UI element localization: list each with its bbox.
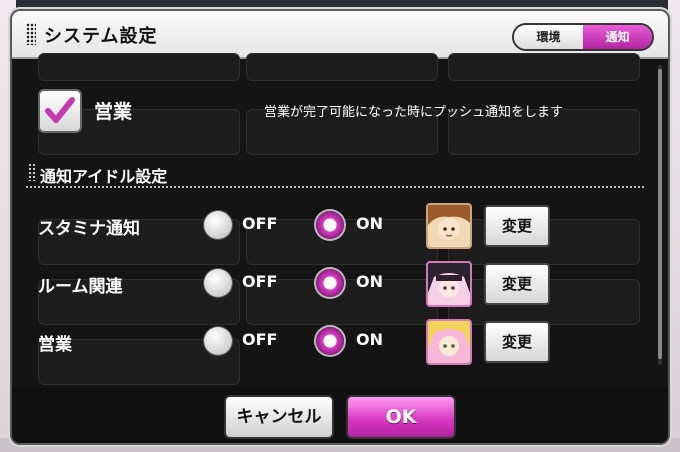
idol-avatar[interactable] (426, 319, 472, 365)
section-divider (26, 186, 644, 188)
section-title: 通知アイドル設定 (40, 167, 168, 186)
radio-on[interactable] (316, 269, 344, 297)
radio-on[interactable] (316, 211, 344, 239)
tab-notification[interactable]: 通知 (583, 25, 652, 49)
sales-checkbox[interactable] (38, 89, 82, 133)
radio-on-label: ON (356, 272, 383, 291)
radio-off-label: OFF (242, 330, 278, 349)
idol-avatar[interactable] (426, 261, 472, 307)
background-right (668, 0, 680, 452)
idol-portrait-icon (428, 205, 470, 247)
radio-on-label: ON (356, 330, 383, 349)
checkmark-icon (45, 97, 75, 123)
section-header: 通知アイドル設定 (26, 159, 644, 188)
radio-off-label: OFF (242, 272, 278, 291)
settings-content: 営業 営業が完了可能になった時にプッシュ通知をします 通知アイドル設定 スタミナ… (12, 53, 668, 387)
sales-label: 営業 (94, 101, 133, 123)
system-settings-dialog: システム設定 環境 通知 営業 営業が完了可能になった時にプッシュ通知をします … (12, 11, 668, 443)
cancel-button[interactable]: キャンセル (224, 395, 334, 439)
background-panel (38, 53, 240, 81)
title-bar: システム設定 環境 通知 (12, 11, 668, 59)
radio-off-label: OFF (242, 214, 278, 233)
row-label: 営業 (38, 335, 72, 355)
idol-avatar[interactable] (426, 203, 472, 249)
setting-row-stamina: スタミナ通知 OFF ON 変更 (38, 203, 558, 249)
row-label: スタミナ通知 (38, 219, 140, 239)
radio-off[interactable] (204, 211, 232, 239)
radio-on-label: ON (356, 214, 383, 233)
grip-icon (26, 23, 36, 45)
idol-portrait-icon (428, 263, 470, 305)
scrollbar-thumb[interactable] (658, 69, 662, 359)
change-button[interactable]: 変更 (484, 263, 550, 305)
setting-row-sales: 営業 OFF ON 変更 (38, 319, 558, 365)
setting-row-room: ルーム関連 OFF ON 変更 (38, 261, 558, 307)
change-button[interactable]: 変更 (484, 321, 550, 363)
row-label: ルーム関連 (38, 277, 123, 297)
grip-icon (28, 163, 36, 181)
change-button[interactable]: 変更 (484, 205, 550, 247)
ok-button[interactable]: OK (346, 395, 456, 439)
settings-tab-switch: 環境 通知 (512, 23, 654, 51)
radio-on[interactable] (316, 327, 344, 355)
sales-description: 営業が完了可能になった時にプッシュ通知をします (264, 105, 564, 120)
radio-off[interactable] (204, 327, 232, 355)
dialog-title: システム設定 (44, 26, 158, 47)
idol-portrait-icon (428, 321, 470, 363)
dialog-footer: キャンセル OK (12, 387, 668, 443)
radio-off[interactable] (204, 269, 232, 297)
tab-environment[interactable]: 環境 (514, 25, 583, 49)
background-panel (246, 53, 438, 81)
background-panel (448, 53, 640, 81)
